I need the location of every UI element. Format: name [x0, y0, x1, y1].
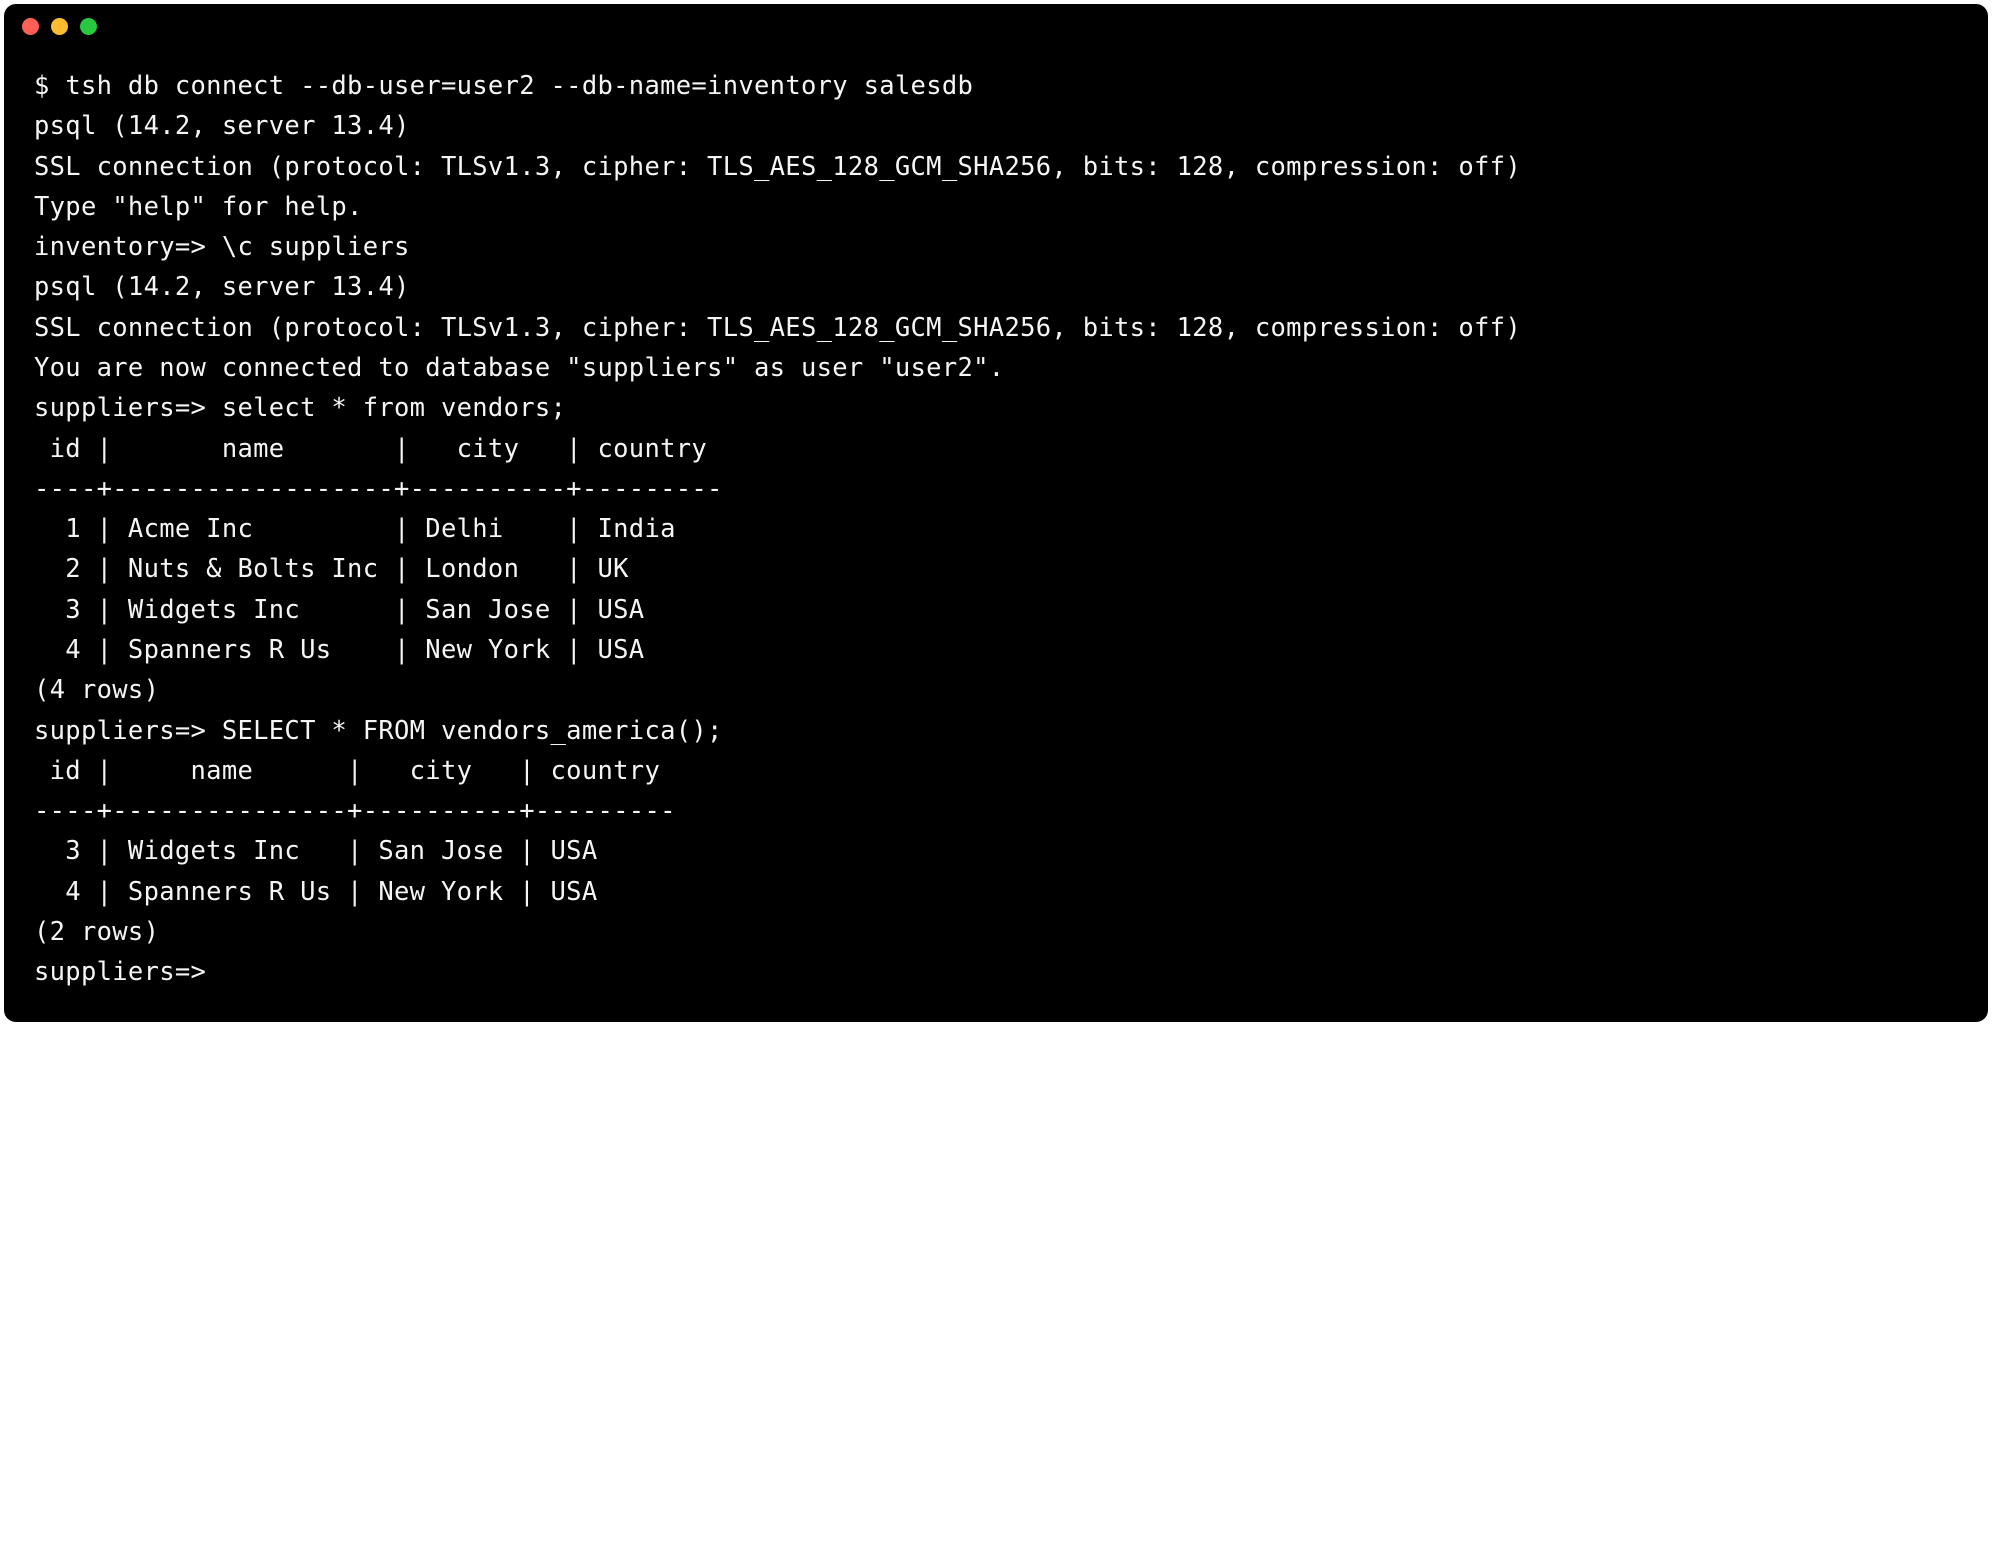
close-icon[interactable]	[22, 18, 39, 35]
shell-prompt: $	[34, 71, 65, 101]
psql-command-line: suppliers=> SELECT * FROM vendors_americ…	[34, 711, 1958, 751]
table-row: 4 | Spanners R Us | New York | USA	[34, 630, 1958, 670]
minimize-icon[interactable]	[51, 18, 68, 35]
table-row: 3 | Widgets Inc | San Jose | USA	[34, 831, 1958, 871]
table-separator: ----+------------------+----------+-----…	[34, 469, 1958, 509]
psql-prompt: suppliers=>	[34, 716, 222, 746]
terminal-window: $ tsh db connect --db-user=user2 --db-na…	[4, 4, 1988, 1022]
row-count: (4 rows)	[34, 670, 1958, 710]
table-row: 2 | Nuts & Bolts Inc | London | UK	[34, 549, 1958, 589]
psql-prompt-line: suppliers=>	[34, 952, 1958, 992]
terminal-content[interactable]: $ tsh db connect --db-user=user2 --db-na…	[4, 48, 1988, 1022]
table-separator: ----+---------------+----------+--------…	[34, 791, 1958, 831]
psql-version-line: psql (14.2, server 13.4)	[34, 106, 1958, 146]
psql-command-line: inventory=> \c suppliers	[34, 227, 1958, 267]
psql-command: \c suppliers	[222, 232, 410, 262]
titlebar	[4, 4, 1988, 48]
psql-command: SELECT * FROM vendors_america();	[222, 716, 723, 746]
table-row: 3 | Widgets Inc | San Jose | USA	[34, 590, 1958, 630]
psql-command-line: suppliers=> select * from vendors;	[34, 388, 1958, 428]
ssl-connection-line: SSL connection (protocol: TLSv1.3, ciphe…	[34, 308, 1958, 348]
psql-version-line: psql (14.2, server 13.4)	[34, 267, 1958, 307]
psql-command: select * from vendors;	[222, 393, 566, 423]
psql-prompt: suppliers=>	[34, 393, 222, 423]
psql-prompt: inventory=>	[34, 232, 222, 262]
help-hint-line: Type "help" for help.	[34, 187, 1958, 227]
row-count: (2 rows)	[34, 912, 1958, 952]
table-row: 1 | Acme Inc | Delhi | India	[34, 509, 1958, 549]
shell-command: tsh db connect --db-user=user2 --db-name…	[65, 71, 973, 101]
table-row: 4 | Spanners R Us | New York | USA	[34, 872, 1958, 912]
table-header: id | name | city | country	[34, 751, 1958, 791]
connected-line: You are now connected to database "suppl…	[34, 348, 1958, 388]
table-header: id | name | city | country	[34, 429, 1958, 469]
ssl-connection-line: SSL connection (protocol: TLSv1.3, ciphe…	[34, 147, 1958, 187]
maximize-icon[interactable]	[80, 18, 97, 35]
shell-command-line: $ tsh db connect --db-user=user2 --db-na…	[34, 66, 1958, 106]
